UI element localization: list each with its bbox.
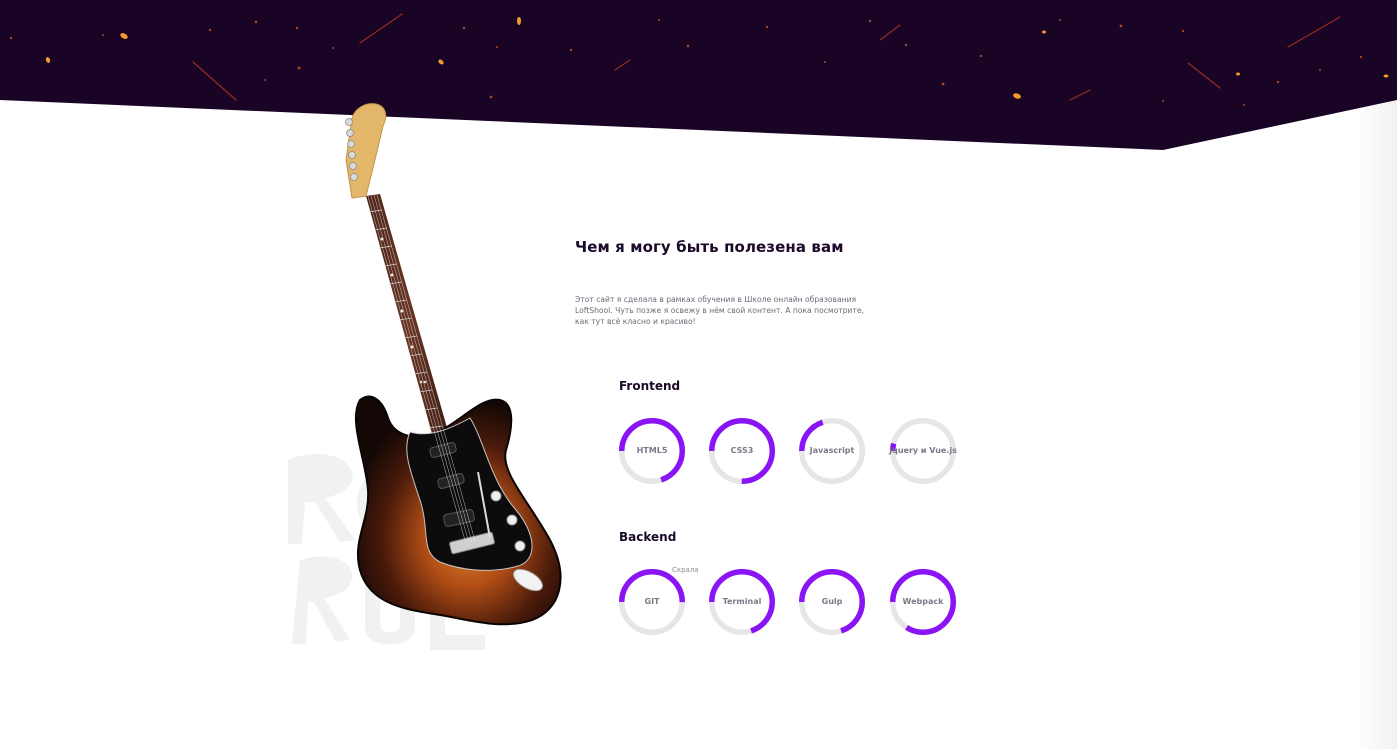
skill-css3[interactable]: CSS3	[708, 417, 776, 485]
skills-row: HTML5 CSS3 Javascript Jquery и Vue.js	[619, 417, 979, 487]
skill-label: Jquery и Vue.js	[889, 446, 957, 455]
skill-label: Gulp	[821, 597, 843, 606]
skill-label: Javascript	[809, 446, 855, 455]
skill-label: HTML5	[636, 446, 668, 455]
skills-group-title: Frontend	[619, 379, 681, 393]
skills-group-frontend: Frontend HTML5 CSS3 Javascript Jquery и …	[619, 379, 957, 484]
about-description: Этот сайт я сделала в рамках обучения в …	[575, 295, 864, 326]
skill-gulp[interactable]: Gulp	[798, 568, 866, 636]
skills-row: GIT Terminal Gulp Webpack	[619, 568, 979, 638]
skill-jquery-vue[interactable]: Jquery и Vue.js	[889, 417, 957, 485]
about-title: Чем я могу быть полезена вам	[575, 238, 844, 256]
skills-group-backend: Backend Скрала GIT Terminal Gulp Webpack	[619, 530, 956, 635]
header-banner	[0, 0, 1397, 150]
skill-html5[interactable]: HTML5	[618, 417, 686, 485]
skill-label: Terminal	[722, 597, 762, 606]
about-section: Чем я могу быть полезена вам Этот сайт я…	[575, 238, 875, 327]
header-sparks-background	[0, 0, 1397, 150]
skill-javascript[interactable]: Javascript	[798, 417, 866, 485]
skill-webpack[interactable]: Webpack	[889, 568, 957, 636]
skill-terminal[interactable]: Terminal	[708, 568, 776, 636]
skills-group-title: Backend	[619, 530, 677, 544]
skill-git[interactable]: GIT	[618, 568, 686, 636]
guitar-illustration	[270, 100, 570, 680]
skill-label: Webpack	[902, 597, 944, 606]
skill-label: CSS3	[730, 446, 754, 455]
skill-label: GIT	[644, 597, 660, 606]
